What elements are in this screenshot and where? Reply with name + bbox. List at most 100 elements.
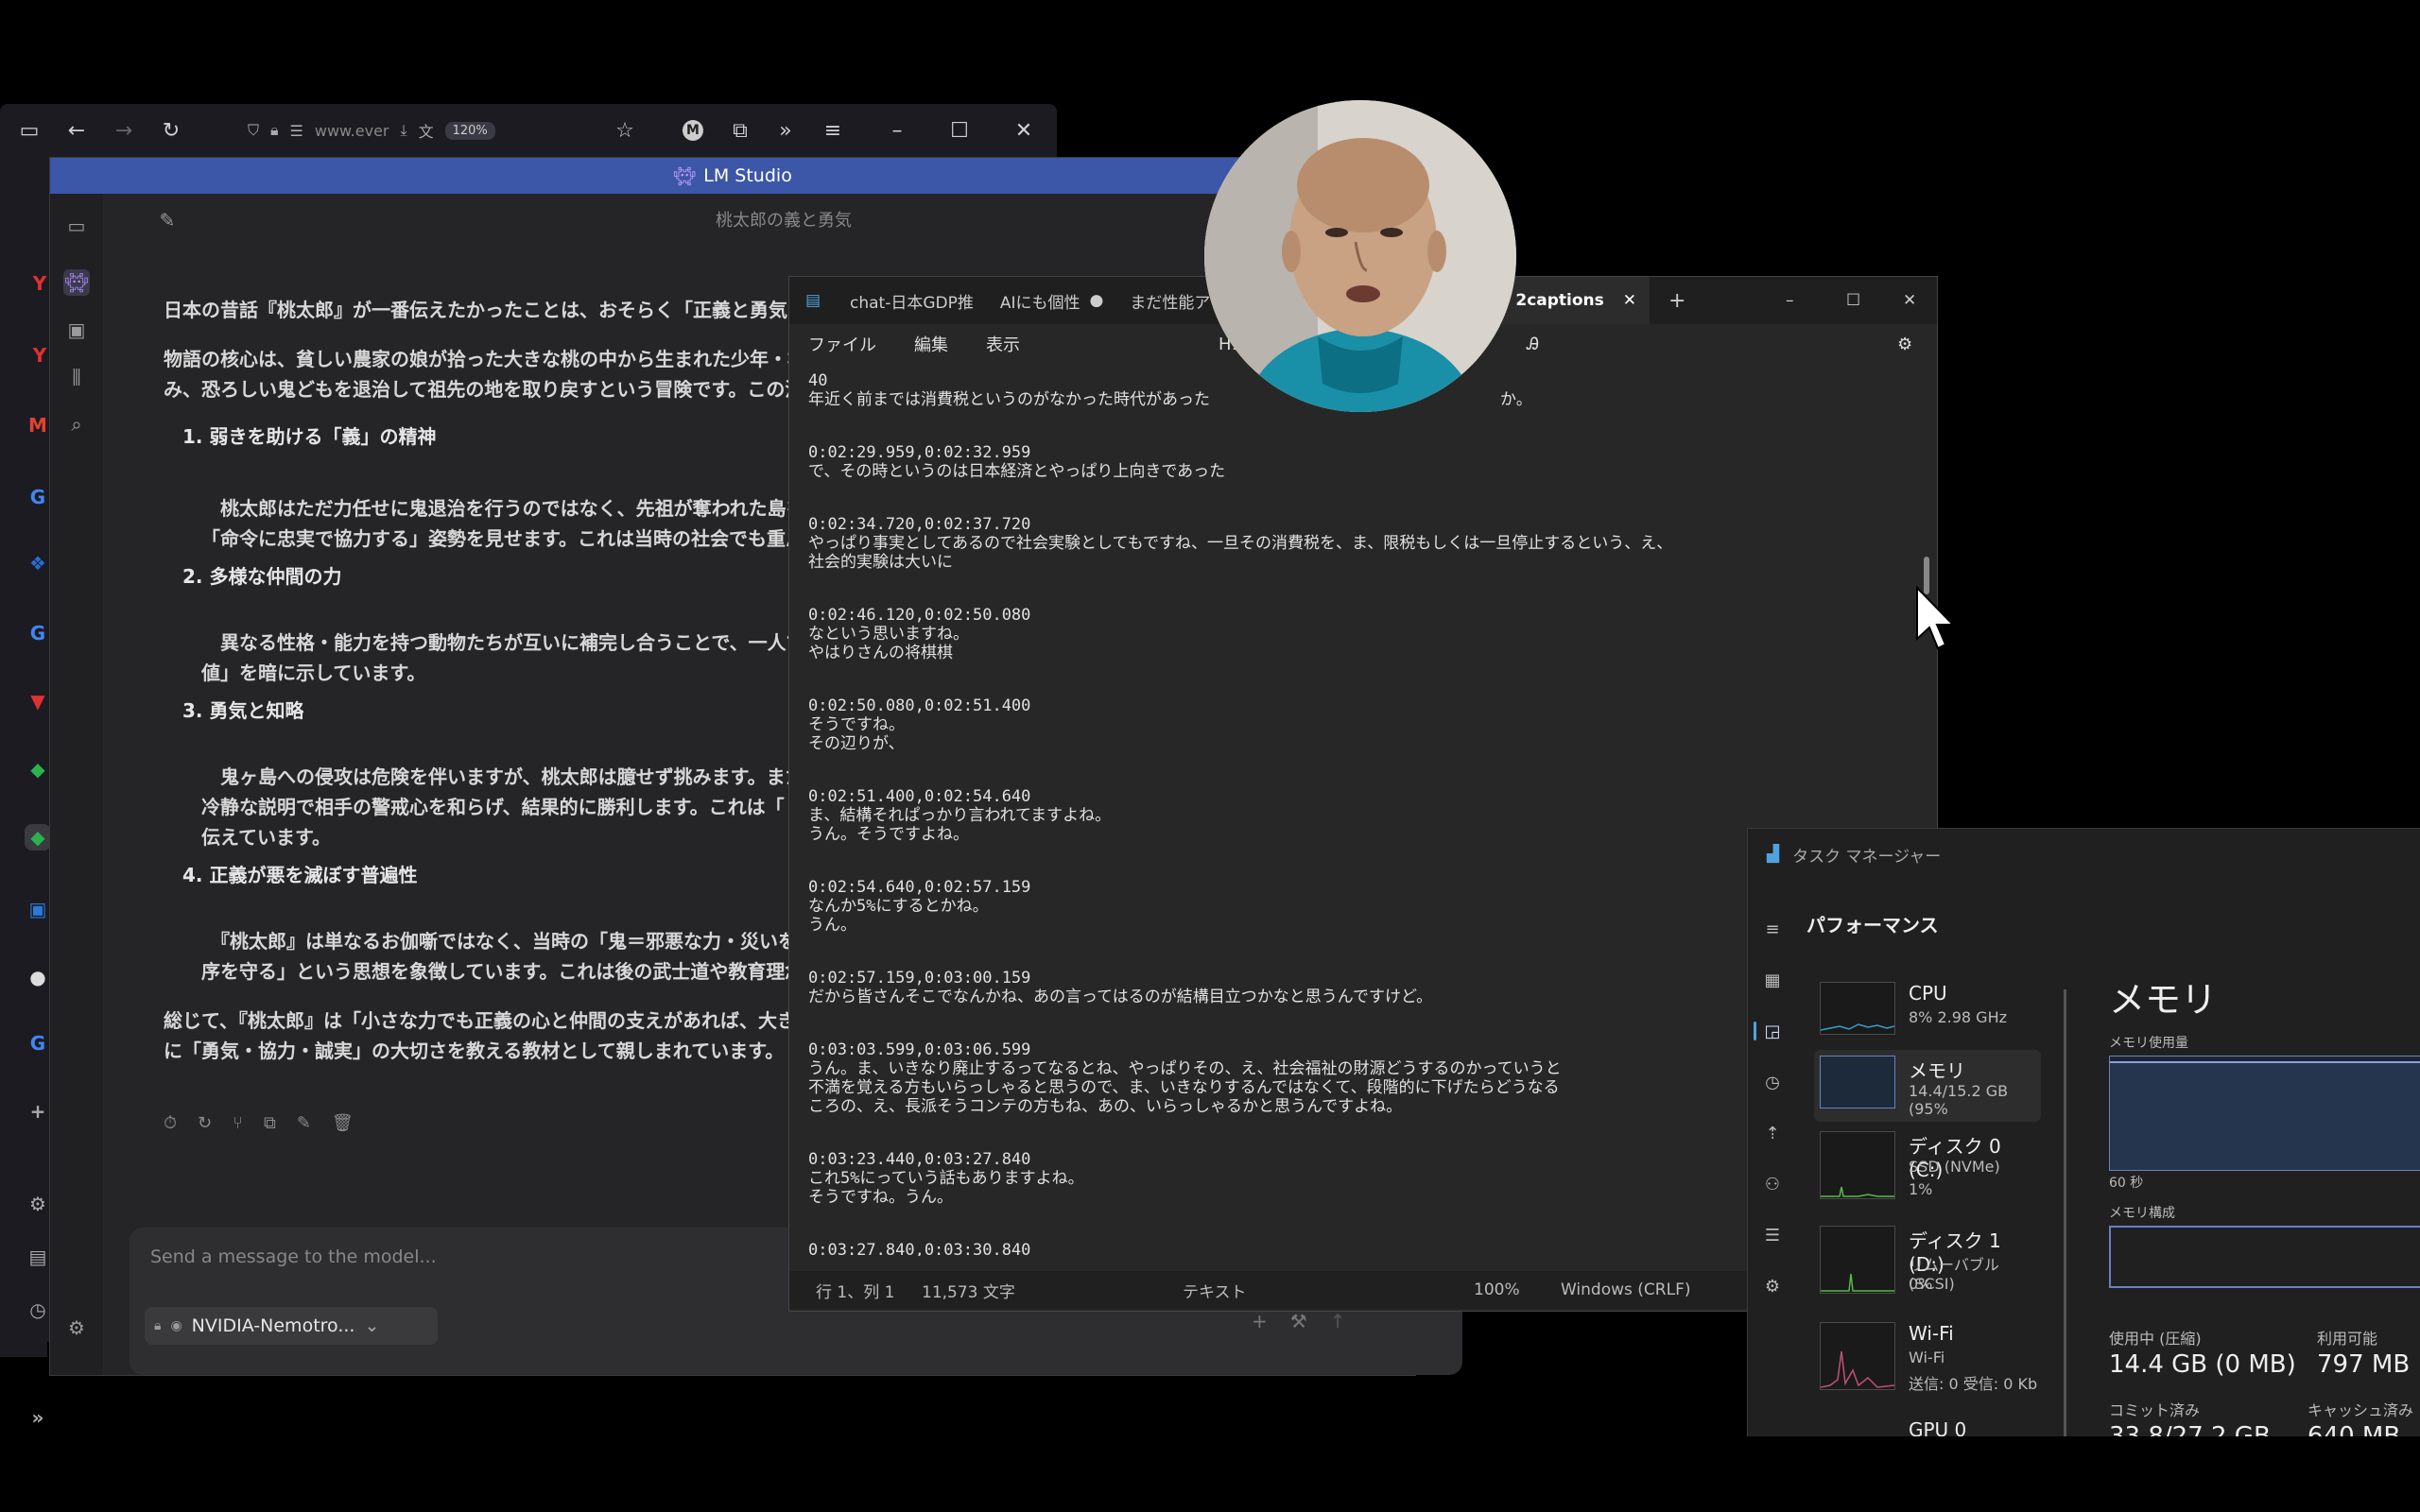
extensions-icon[interactable]: ⧉	[726, 116, 754, 145]
download-panel-icon[interactable]: ▤	[25, 1244, 51, 1270]
vivaldi-icon[interactable]: ▼	[25, 688, 51, 714]
menu-icon[interactable]: ≡	[1761, 918, 1784, 940]
tm-item-disk1[interactable]: ディスク 1 (D:) リムーバブル (SCSI) 0%	[1814, 1220, 2041, 1311]
processes-icon[interactable]: ▦	[1761, 969, 1784, 991]
close-icon[interactable]: ✕	[1903, 291, 1916, 310]
caption-time: 0:03:27.840,0:03:30.840	[808, 1241, 1031, 1256]
tool-icon[interactable]: ⚒	[1290, 1310, 1307, 1332]
chat-icon[interactable]: 👾︎	[63, 269, 90, 296]
url-text[interactable]: www.ever	[315, 122, 389, 140]
caption-text: そうですね。うん。	[808, 1188, 953, 1207]
minimize-icon[interactable]: –	[1786, 291, 1794, 310]
dropbox-icon[interactable]: ❖	[25, 550, 51, 576]
add-icon[interactable]: +	[1252, 1310, 1268, 1332]
menu-file[interactable]: ファイル	[808, 332, 876, 356]
tm-scrollbar[interactable]	[2064, 989, 2066, 1443]
caption-time: 0:03:23.440,0:03:27.840	[808, 1150, 1031, 1169]
wifi-graph	[1820, 1322, 1895, 1390]
message-paragraph: に「勇気・協力・誠実」の大切さを教える教材として親しまれています。	[164, 1040, 785, 1062]
performance-icon[interactable]: ◲	[1761, 1020, 1784, 1042]
send-icon[interactable]: ↑	[1330, 1310, 1346, 1332]
cursor-position: 行 1、列 1	[816, 1282, 895, 1302]
message-heading: 2. 多様な仲間の力	[182, 565, 342, 588]
tm-item-cpu[interactable]: CPU 8% 2.98 GHz	[1814, 976, 2041, 1048]
edit-icon[interactable]: ✎	[297, 1113, 311, 1133]
sidebar-toggle-icon[interactable]: ▭	[63, 213, 90, 239]
maximize-icon[interactable]: ☐	[945, 116, 974, 145]
reload-icon[interactable]: ↻	[157, 116, 185, 145]
menu-edit[interactable]: 編集	[914, 332, 948, 356]
new-tab-icon[interactable]: +	[1668, 289, 1685, 313]
download-icon[interactable]: ⤓	[400, 121, 406, 140]
caption-time: 0:02:34.720,0:02:37.720	[808, 515, 1031, 534]
tools-icon[interactable]: ⚙	[25, 1191, 51, 1217]
details-icon[interactable]: ☰	[1761, 1224, 1784, 1246]
tm-item-memory[interactable]: メモリ 14.4/15.2 GB (95%	[1814, 1050, 2041, 1122]
feedly-icon[interactable]: ◆	[25, 824, 51, 850]
overflow-icon[interactable]: »	[771, 116, 800, 145]
webcam-overlay	[1204, 100, 1516, 412]
tm-item-disk0[interactable]: ディスク 0 (C:) SSD (NVMe) 1%	[1814, 1125, 2041, 1216]
reader-icon[interactable]: ☰	[290, 122, 303, 140]
gmail-icon[interactable]: M	[25, 412, 51, 438]
users-icon[interactable]: ⚇	[1761, 1173, 1784, 1195]
message-input[interactable]: Send a message to the model...	[150, 1246, 437, 1267]
maximize-icon[interactable]: ☐	[1846, 291, 1860, 310]
feedly-icon[interactable]: ◆	[25, 756, 51, 782]
settings-icon[interactable]: ⚙	[1897, 335, 1912, 354]
shield-icon: ⛉	[248, 121, 260, 139]
google-icon[interactable]: G	[25, 1030, 51, 1057]
caption-text: なという思いますね。	[808, 625, 969, 644]
history-icon[interactable]: ◷	[1761, 1071, 1784, 1093]
lm-title: LM Studio	[703, 165, 792, 186]
item-sub: 14.4/15.2 GB (95%	[1909, 1082, 2009, 1118]
message-paragraph: 伝えています。	[201, 826, 331, 849]
message-paragraph: 総じて、『桃太郎』は「小さな力でも正義の心と仲間の支えがあれば、大きな	[164, 1009, 815, 1032]
google-icon[interactable]: G	[25, 620, 51, 646]
timer-icon[interactable]: ⏱	[164, 1113, 177, 1133]
models-icon[interactable]: ⫼	[63, 364, 90, 390]
task-manager-window: ▟ タスク マネージャー ≡ ▦ ◲ ◷ ⇡ ⚇ ☰ ⚙ パフォーマンス CPU…	[1747, 828, 2420, 1451]
disk0-graph	[1820, 1131, 1895, 1199]
caption-text: ころの、え、長派そうコンテの方もね、あの、いらっしゃるかと思うんですよね。	[808, 1097, 1403, 1116]
tasks-icon[interactable]: ▣	[25, 896, 51, 922]
google-icon[interactable]: G	[25, 484, 51, 510]
item-sub: 8% 2.98 GHz	[1909, 1008, 2008, 1026]
minimize-icon[interactable]: –	[883, 116, 911, 145]
startup-icon[interactable]: ⇡	[1761, 1122, 1784, 1144]
regenerate-icon[interactable]: ↻	[198, 1113, 212, 1133]
menu-icon[interactable]: ≡	[819, 116, 847, 145]
developer-icon[interactable]: ▣	[63, 317, 90, 343]
caption-time: 0:02:29.959,0:02:32.959	[808, 443, 1031, 462]
expand-icon[interactable]: »	[25, 1404, 51, 1431]
search-icon[interactable]: ⌕	[63, 411, 90, 438]
translate-icon[interactable]: 文	[419, 119, 434, 142]
tab[interactable]: chat-日本GDP推	[837, 277, 987, 324]
cpu-graph	[1820, 982, 1895, 1035]
tm-item-wifi[interactable]: Wi-Fi Wi-Fi 送信: 0 受信: 0 Kb	[1814, 1316, 2041, 1407]
tab-active[interactable]: 2captions ✕	[1502, 277, 1651, 324]
copy-icon[interactable]: ⧉	[264, 1113, 276, 1133]
back-icon[interactable]: ←	[62, 116, 91, 145]
model-selector[interactable]: 🔒︎ ◉ NVIDIA-Nemotro... ⌄	[145, 1307, 438, 1345]
settings-icon[interactable]: ⚙	[63, 1314, 90, 1341]
in-use-value: 14.4 GB (0 MB)	[2109, 1350, 2296, 1379]
zoom-badge[interactable]: 120%	[444, 121, 495, 140]
tab[interactable]: AIにも個性 ●	[987, 277, 1117, 324]
delete-icon[interactable]: 🗑︎	[332, 1113, 354, 1133]
profile-icon[interactable]: M	[679, 116, 707, 145]
branch-icon[interactable]: ⑂	[233, 1113, 243, 1133]
services-icon[interactable]: ⚙	[1761, 1275, 1784, 1297]
history-icon[interactable]: ◷	[25, 1297, 51, 1323]
spellcheck-icon[interactable]: Ꭿ	[1527, 335, 1539, 354]
menu-view[interactable]: 表示	[986, 332, 1020, 356]
url-bar[interactable]: ⛉ 🔒︎ ☰ www.ever ⤓ 文 120%	[248, 113, 650, 147]
add-icon[interactable]: +	[25, 1098, 51, 1125]
bookmark-star-icon[interactable]: ☆	[611, 116, 639, 145]
lm-title-bar: 👾︎ LM Studio	[50, 158, 1415, 194]
forward-icon[interactable]: →	[110, 116, 138, 145]
close-icon[interactable]: ✕	[1623, 291, 1636, 310]
sidebar-toggle-icon[interactable]: ▭	[15, 116, 43, 145]
close-icon[interactable]: ✕	[1010, 116, 1038, 145]
github-icon[interactable]: ●	[25, 964, 51, 990]
